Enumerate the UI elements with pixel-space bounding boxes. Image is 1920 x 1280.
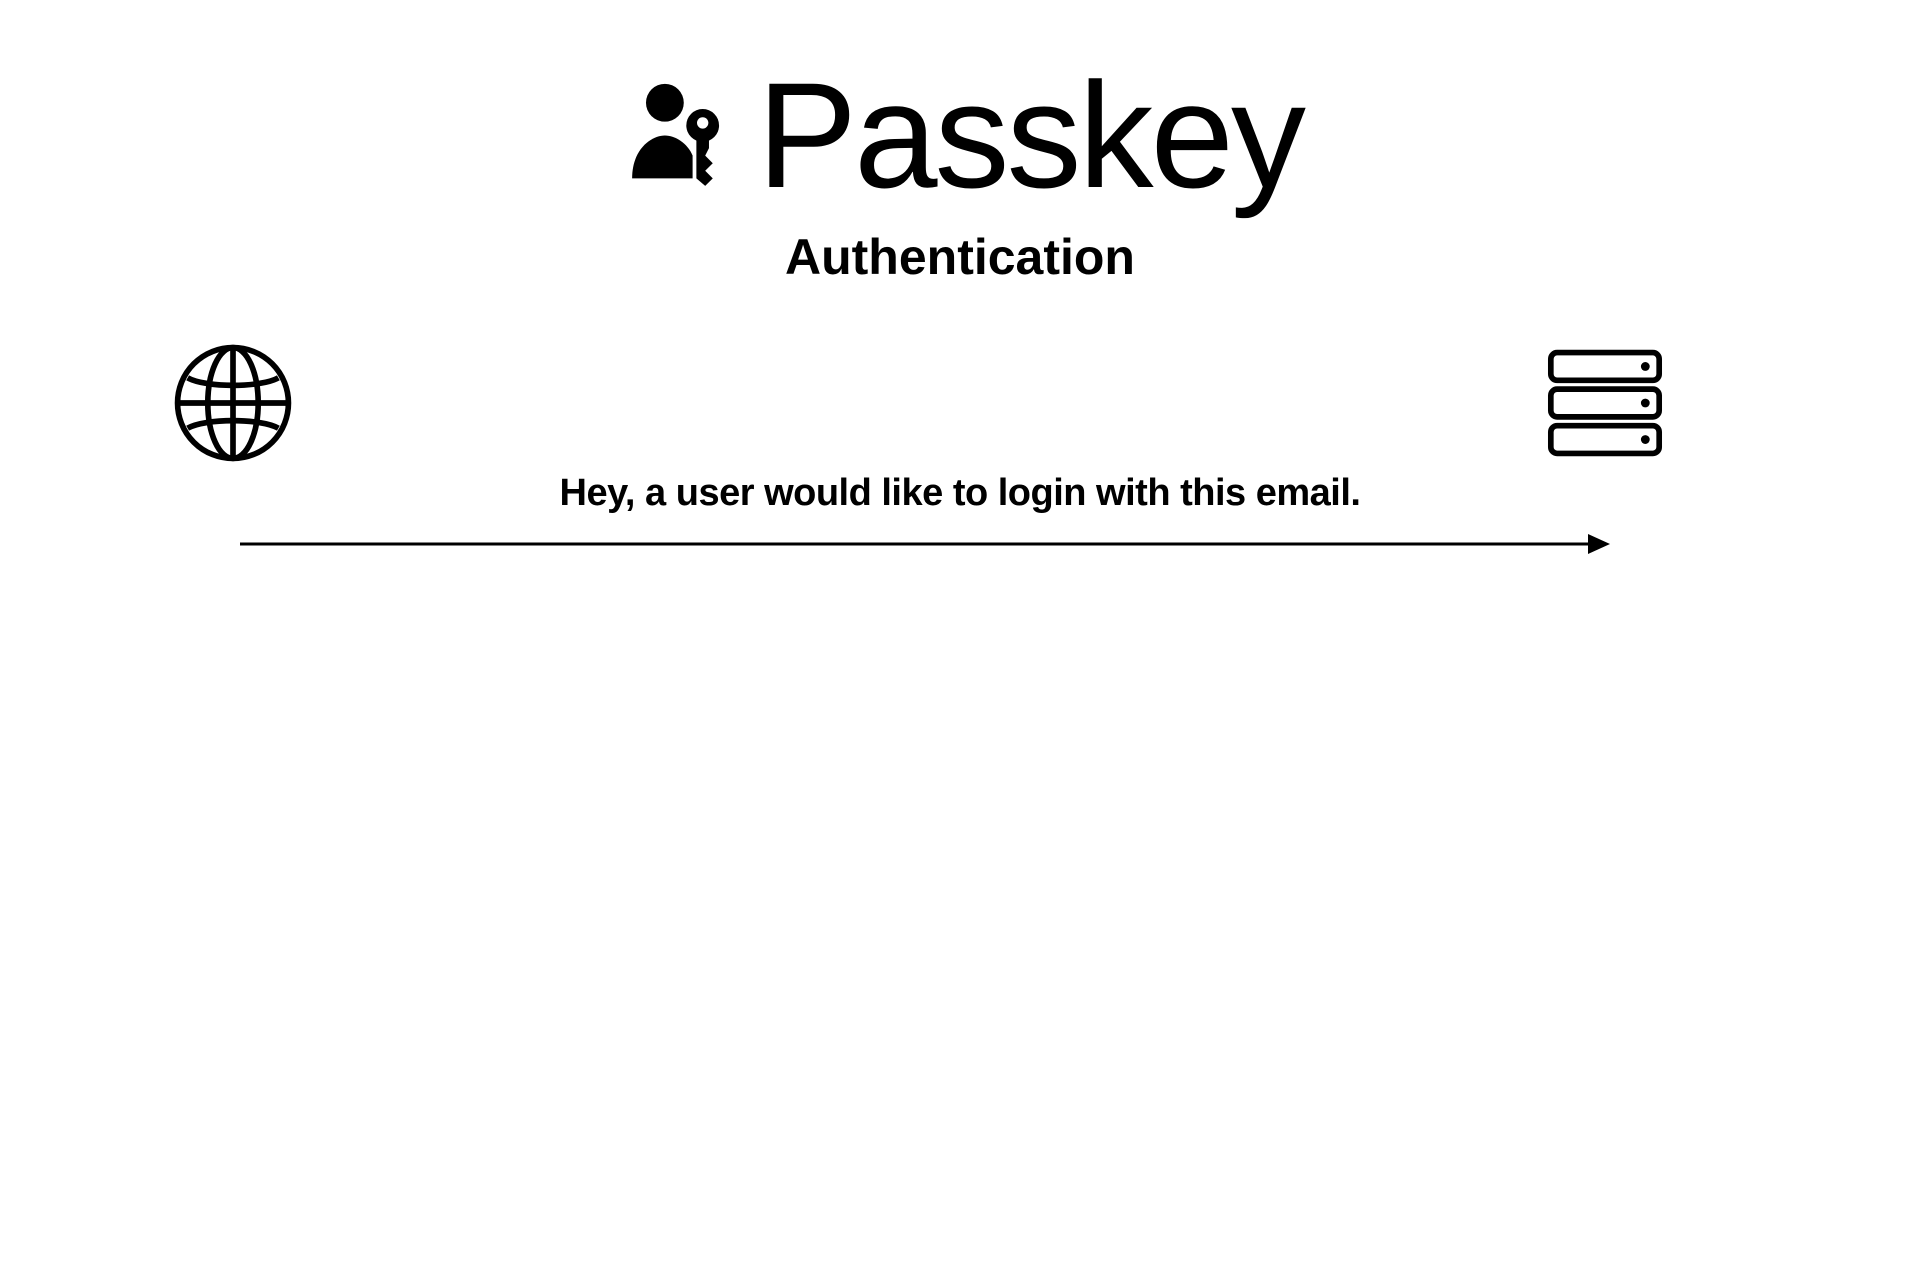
header: Passkey Authentication [0, 60, 1920, 286]
page-subtitle: Authentication [785, 228, 1135, 286]
page-title: Passkey [757, 60, 1303, 210]
title-row: Passkey [617, 60, 1303, 210]
passkey-icon [617, 70, 743, 201]
server-icon [1542, 340, 1668, 471]
flow-step-label: Hey, a user would like to login with thi… [0, 472, 1920, 515]
globe-icon [170, 340, 296, 471]
auth-flow-diagram: Hey, a user would like to login with thi… [0, 340, 1920, 540]
arrow-right-icon [240, 532, 1610, 561]
